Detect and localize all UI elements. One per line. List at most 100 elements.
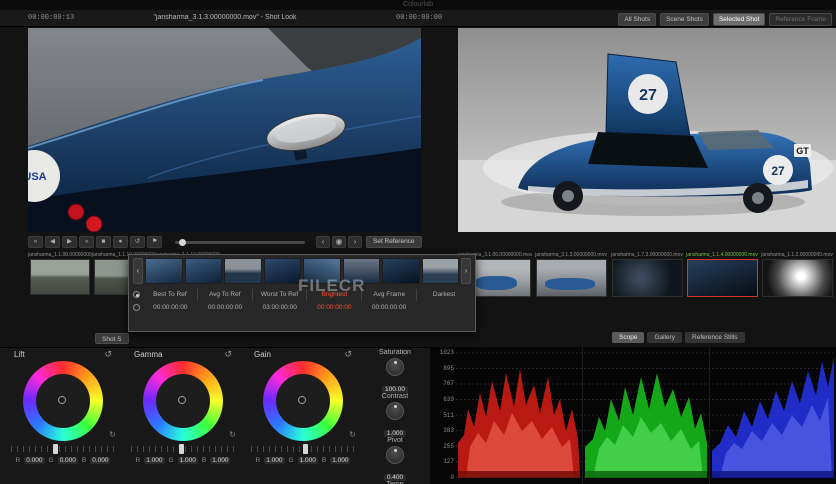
- r-label: R: [135, 457, 141, 464]
- colourlab-app: Colourlab 00:00:00:13 "jansharma_3.1.3.0…: [0, 0, 836, 484]
- tab-scope[interactable]: Scope: [612, 332, 645, 343]
- flag-button[interactable]: ⚑: [147, 236, 162, 248]
- wheel-puck[interactable]: [298, 396, 306, 404]
- pivot-control: Pivot 0.400: [366, 437, 424, 481]
- lift-wheel-group: Lift ↺ ↻ R 0.000 G 0.000 B 0.000: [6, 350, 120, 464]
- gamma-wheel-group: Gamma ↺ ↻ R 1.000 G 1.000 B 1.000: [126, 350, 240, 464]
- right-strip-clip[interactable]: jansharma_3.1.3.00000000.mov: [534, 252, 608, 297]
- reset-lift-icon[interactable]: ↺: [104, 350, 112, 359]
- previous-shot-button[interactable]: ‹: [316, 236, 330, 248]
- clip-name: jansharma_1.7.3.00000000.mov: [611, 252, 683, 258]
- current-timecode: 00:00:00:13: [28, 14, 75, 22]
- frame-thumbnail[interactable]: [263, 258, 301, 284]
- clip-thumbnail[interactable]: [611, 259, 683, 297]
- saturation-knob[interactable]: [386, 358, 404, 376]
- contrast-knob[interactable]: [386, 402, 404, 420]
- shot-nav-controls: ‹ ◉ ›: [316, 236, 362, 248]
- right-strip-clip[interactable]: jansharma_1.7.3.00000000.mov: [610, 252, 684, 297]
- scene-shots-button[interactable]: Scene Shots: [660, 13, 709, 26]
- window-titlebar: Colourlab: [0, 0, 836, 10]
- option-avg-to-ref[interactable]: Avg To Ref: [196, 288, 252, 301]
- clip-thumbnail[interactable]: [686, 259, 758, 297]
- b-label: B: [201, 457, 207, 464]
- reset-lift-master-icon[interactable]: ↻: [109, 430, 116, 439]
- timeline-scrubber[interactable]: [175, 239, 305, 246]
- gamma-master-slider[interactable]: [131, 444, 235, 454]
- option-avg-frame[interactable]: Avg Frame: [361, 288, 416, 301]
- reset-gamma-icon[interactable]: ↺: [224, 350, 232, 359]
- frame-mode-radio[interactable]: [133, 291, 140, 298]
- tab-gallery[interactable]: Gallery: [647, 332, 683, 343]
- all-shots-button[interactable]: All Shots: [618, 13, 657, 26]
- scrubber-handle[interactable]: [179, 239, 186, 246]
- g-label: G: [168, 457, 174, 464]
- axis-tick: 639: [443, 395, 454, 403]
- set-reference-button[interactable]: Set Reference: [366, 236, 422, 248]
- pivot-knob[interactable]: [386, 446, 404, 464]
- locate-shot-button[interactable]: ◉: [332, 236, 346, 248]
- frame-thumbnail[interactable]: [145, 258, 183, 284]
- tail-light: [67, 203, 85, 221]
- frame-thumbnail[interactable]: [421, 258, 459, 284]
- current-shot-viewer: USA: [28, 28, 421, 232]
- selected-shot-button[interactable]: Selected Shot: [712, 13, 766, 26]
- next-shot-button[interactable]: ›: [348, 236, 362, 248]
- popup-prev-icon[interactable]: ‹: [133, 258, 143, 284]
- play-button[interactable]: ▶: [62, 236, 77, 248]
- clip-thumbnail[interactable]: [535, 259, 607, 297]
- axis-tick: 767: [443, 380, 454, 388]
- reference-frame-button[interactable]: Reference Frame: [769, 13, 832, 26]
- frame-thumbnail[interactable]: [382, 258, 420, 284]
- contrast-label: Contrast: [381, 393, 409, 400]
- left-strip-clip[interactable]: jansharma_1.1.08.00000000.mov: [28, 252, 92, 295]
- wheel-puck[interactable]: [178, 396, 186, 404]
- door-number-text: 27: [771, 164, 785, 178]
- gain-color-wheel[interactable]: ↻: [263, 361, 356, 441]
- clip-thumbnail[interactable]: [761, 259, 833, 297]
- step-back-button[interactable]: ◀: [45, 236, 60, 248]
- jump-to-end-button[interactable]: »: [79, 236, 94, 248]
- wheel-label-gain: Gain: [254, 350, 271, 359]
- right-viewer-image: 27 27 GT: [458, 28, 836, 232]
- r-label: R: [255, 457, 261, 464]
- reset-gamma-master-icon[interactable]: ↻: [229, 430, 236, 439]
- gain-rgb-values: R 1.000 G 1.000 B 1.000: [246, 457, 360, 464]
- tail-light: [85, 215, 103, 232]
- axis-tick: 127: [443, 458, 454, 466]
- wheel-puck[interactable]: [58, 396, 66, 404]
- lift-g-value: 0.000: [57, 457, 78, 464]
- jump-to-start-button[interactable]: «: [28, 236, 43, 248]
- contrast-control: Contrast 1.000: [366, 393, 424, 437]
- timecode-mode-radio[interactable]: [133, 304, 140, 311]
- option-darkest[interactable]: Darkest: [416, 288, 471, 301]
- reset-gain-master-icon[interactable]: ↻: [349, 430, 356, 439]
- loop-button[interactable]: ↺: [130, 236, 145, 248]
- reset-gain-icon[interactable]: ↺: [344, 350, 352, 359]
- gain-master-slider[interactable]: [251, 444, 355, 454]
- frame-thumbnail[interactable]: [184, 258, 222, 284]
- lift-master-slider[interactable]: [11, 444, 115, 454]
- saturation-control: Saturation 100.00: [366, 349, 424, 393]
- popup-next-icon[interactable]: ›: [461, 258, 471, 284]
- axis-tick: 1023: [439, 349, 454, 356]
- right-strip-clip[interactable]: jansharma_1.1.2.00000000.mov: [760, 252, 834, 297]
- stop-button[interactable]: ■: [96, 236, 111, 248]
- frame-thumbnail[interactable]: [224, 258, 262, 284]
- gamma-color-wheel[interactable]: ↻: [143, 361, 236, 441]
- slider-handle[interactable]: [303, 444, 308, 454]
- option-best-to-ref[interactable]: Best To Ref: [143, 289, 197, 301]
- axis-tick: 383: [443, 427, 454, 435]
- slider-handle[interactable]: [178, 444, 184, 454]
- knob-indicator: [393, 449, 397, 452]
- tab-reference-stills[interactable]: Reference Stills: [685, 332, 745, 343]
- gt-badge-text: GT: [796, 146, 809, 156]
- lift-color-wheel[interactable]: ↻: [23, 361, 116, 441]
- slider-handle[interactable]: [52, 444, 58, 454]
- axis-tick: 255: [443, 442, 454, 450]
- clip-name: jansharma_3.1.3.00000000.mov: [535, 252, 607, 258]
- hood-roundel: 27: [628, 74, 668, 114]
- record-button[interactable]: ●: [113, 236, 128, 248]
- clip-thumbnail[interactable]: [30, 259, 90, 295]
- shot-settings-button[interactable]: Shot S: [95, 333, 129, 344]
- right-strip-clip-selected[interactable]: jansharma_1.1.4.00000000.mov: [685, 252, 759, 297]
